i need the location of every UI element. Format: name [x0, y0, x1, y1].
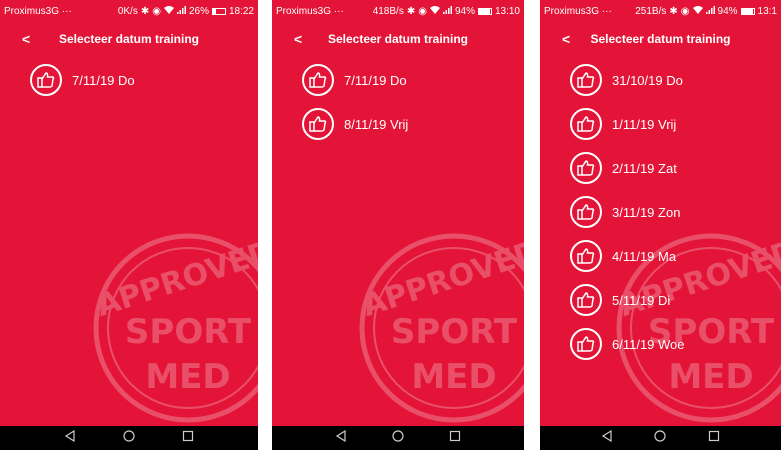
- battery-icon: [211, 7, 226, 15]
- signal-icon: [705, 5, 715, 17]
- thumbs-up-icon: [570, 240, 602, 272]
- approved-sportmed-stamp: APPROVED SPORT MED: [358, 233, 524, 423]
- recents-square-icon[interactable]: [708, 429, 720, 447]
- page-title: Selecteer datum training: [590, 32, 731, 46]
- signal-icon: [176, 5, 186, 17]
- battery-percent: 26%: [188, 5, 209, 17]
- network-speed: 418B/s: [372, 5, 404, 17]
- date-label: 8/11/19 Vrij: [344, 116, 409, 132]
- network-speed: 0K/s: [117, 5, 138, 17]
- battery-fill: [212, 8, 217, 14]
- phone-screen-2: Proximus3G ··· 418B/s ✱ ◉ 94% 13:10 < Se…: [272, 0, 524, 450]
- date-label: 31/10/19 Do: [612, 72, 683, 88]
- thumbs-up-icon: [570, 328, 602, 360]
- home-circle-icon[interactable]: [392, 429, 404, 447]
- thumbs-up-icon: [302, 64, 334, 96]
- clock: 18:22: [228, 5, 254, 17]
- clock: 13:10: [494, 5, 520, 17]
- battery-fill: [741, 8, 753, 14]
- date-label: 7/11/19 Do: [344, 72, 407, 88]
- android-nav-bar: [540, 426, 781, 450]
- date-label: 2/11/19 Zat: [612, 160, 677, 176]
- date-label: 4/11/19 Ma: [612, 248, 677, 264]
- network-speed: 251B/s: [635, 5, 667, 17]
- recents-square-icon[interactable]: [449, 429, 461, 447]
- date-item[interactable]: 5/11/19 Di: [570, 282, 781, 318]
- back-button[interactable]: <: [22, 26, 30, 52]
- back-button[interactable]: <: [562, 26, 570, 52]
- thumbs-up-icon: [570, 196, 602, 228]
- date-item[interactable]: 6/11/19 Woe: [570, 326, 781, 362]
- date-label: 3/11/19 Zon: [612, 204, 681, 220]
- date-label: 6/11/19 Woe: [612, 336, 685, 352]
- date-list: 31/10/19 Do 1/11/19 Vrij 2/11/19 Zat 3/1…: [570, 62, 781, 370]
- stamp-bottom-text: MED: [411, 357, 496, 397]
- stamp-top-text: APPROVED: [358, 234, 524, 324]
- date-item[interactable]: 4/11/19 Ma: [570, 238, 781, 274]
- thumbs-up-icon: [570, 108, 602, 140]
- back-button[interactable]: <: [294, 26, 302, 52]
- status-bar: Proximus3G ··· 418B/s ✱ ◉ 94% 13:10: [272, 0, 524, 22]
- eye-icon: ◉: [418, 5, 427, 17]
- android-nav-bar: [0, 426, 258, 450]
- phone-screen-1: Proximus3G ··· 0K/s ✱ ◉ 26% 18:22 < Sele…: [0, 0, 258, 450]
- battery-icon: [477, 7, 492, 15]
- signal-icon: [442, 5, 452, 17]
- stamp-middle-text: SPORT: [391, 312, 518, 352]
- date-label: 7/11/19 Do: [72, 72, 135, 88]
- date-item[interactable]: 8/11/19 Vrij: [302, 106, 524, 142]
- thumbs-up-icon: [302, 108, 334, 140]
- battery-percent: 94%: [454, 5, 475, 17]
- approved-sportmed-stamp: APPROVED SPORT MED: [92, 233, 258, 423]
- thumbs-up-icon: [30, 64, 62, 96]
- date-label: 1/11/19 Vrij: [612, 116, 677, 132]
- phone-screen-3: Proximus3G ··· 251B/s ✱ ◉ 94% 13:1 < Sel…: [540, 0, 781, 450]
- thumbs-up-icon: [570, 152, 602, 184]
- battery-icon: [740, 7, 755, 15]
- home-circle-icon[interactable]: [654, 429, 667, 447]
- wifi-icon: [692, 5, 703, 17]
- date-list: 7/11/19 Do: [30, 62, 258, 106]
- date-label: 5/11/19 Di: [612, 292, 671, 308]
- date-list: 7/11/19 Do 8/11/19 Vrij: [302, 62, 524, 150]
- nfc-icon: ✱: [140, 5, 150, 17]
- page-title: Selecteer datum training: [327, 32, 469, 46]
- page-header: < Selecteer datum training: [540, 26, 781, 52]
- wifi-icon: [163, 5, 174, 17]
- back-triangle-icon[interactable]: [335, 429, 347, 447]
- date-item[interactable]: 7/11/19 Do: [302, 62, 524, 98]
- back-triangle-icon[interactable]: [601, 429, 613, 447]
- thumbs-up-icon: [570, 284, 602, 316]
- nfc-icon: ✱: [669, 5, 678, 17]
- eye-icon: ◉: [680, 5, 690, 17]
- page-header: < Selecteer datum training: [0, 26, 258, 52]
- status-bar: Proximus3G ··· 0K/s ✱ ◉ 26% 18:22: [0, 0, 258, 22]
- clock: 13:1: [757, 5, 777, 17]
- carrier-label: Proximus3G ···: [4, 5, 72, 17]
- date-item[interactable]: 31/10/19 Do: [570, 62, 781, 98]
- android-nav-bar: [272, 426, 524, 450]
- carrier-label: Proximus3G ···: [544, 5, 612, 17]
- back-triangle-icon[interactable]: [64, 429, 76, 447]
- status-bar: Proximus3G ··· 251B/s ✱ ◉ 94% 13:1: [540, 0, 781, 22]
- stamp-top-text: APPROVED: [92, 234, 258, 324]
- nfc-icon: ✱: [406, 5, 416, 17]
- recents-square-icon[interactable]: [182, 429, 194, 447]
- thumbs-up-icon: [570, 64, 602, 96]
- wifi-icon: [429, 5, 440, 17]
- date-item[interactable]: 2/11/19 Zat: [570, 150, 781, 186]
- page-title: Selecteer datum training: [58, 32, 200, 46]
- battery-percent: 94%: [717, 5, 738, 17]
- page-header: < Selecteer datum training: [272, 26, 524, 52]
- date-item[interactable]: 7/11/19 Do: [30, 62, 258, 98]
- date-item[interactable]: 1/11/19 Vrij: [570, 106, 781, 142]
- stamp-bottom-text: MED: [145, 357, 230, 397]
- date-item[interactable]: 3/11/19 Zon: [570, 194, 781, 230]
- stamp-middle-text: SPORT: [125, 312, 252, 352]
- battery-fill: [478, 8, 491, 14]
- carrier-label: Proximus3G ···: [276, 5, 344, 17]
- home-circle-icon[interactable]: [123, 429, 135, 447]
- eye-icon: ◉: [152, 5, 161, 17]
